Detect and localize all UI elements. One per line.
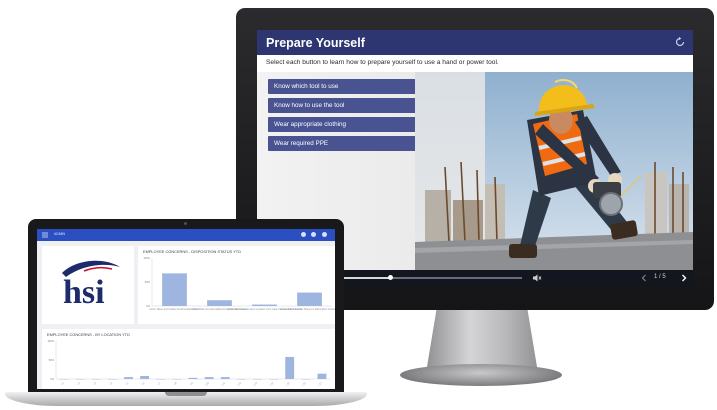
x-tick-label: L8 <box>174 381 178 385</box>
hamburger-menu-icon[interactable] <box>42 232 48 238</box>
x-tick-label: L13 <box>253 381 258 386</box>
monitor-stand <box>426 310 538 368</box>
x-tick-label: L16 <box>302 381 307 386</box>
course-title-bar: Prepare Yourself <box>257 30 693 55</box>
option-button-clothing[interactable]: Wear appropriate clothing <box>268 117 420 132</box>
x-tick-label: L7 <box>157 381 161 385</box>
location-chart: 100% 50% 0% L1 L2 L3 L4 L5 L6 L7 L8 L9 L10 L11 L12 L13 L… <box>47 339 330 387</box>
laptop-notch <box>165 392 207 396</box>
hsi-logo: hsi <box>62 260 120 311</box>
svg-text:hsi: hsi <box>63 274 105 311</box>
location-card: EMPLOYEE CONCERNS - BY LOCATION YTD 100%… <box>42 329 335 389</box>
laptop-base <box>5 392 367 406</box>
chart-bar[interactable] <box>207 300 232 306</box>
y-tick-label: 0% <box>50 377 54 381</box>
notification-icon[interactable] <box>301 232 306 237</box>
x-tick-label: L14 <box>269 381 274 386</box>
seek-handle[interactable] <box>388 275 394 280</box>
chart-bar[interactable] <box>204 377 214 379</box>
laptop-screen: ADMIN hsi EMPLOYEE CONCERNS - DISPOSITIO… <box>37 229 335 389</box>
y-tick-label: 100% <box>47 339 54 343</box>
laptop: ADMIN hsi EMPLOYEE CONCERNS - DISPOSITIO… <box>28 219 344 395</box>
x-tick-label: L12 <box>237 381 242 386</box>
chart-bar[interactable] <box>220 377 230 379</box>
dashboard-header: ADMIN <box>37 229 335 241</box>
x-tick-label: L11 <box>221 381 226 386</box>
help-icon[interactable] <box>311 232 316 237</box>
x-tick-label: L5 <box>125 381 129 385</box>
x-tick-label: L15 <box>285 381 290 386</box>
chart-bar[interactable] <box>188 377 198 379</box>
x-tick-label: L6 <box>141 381 145 385</box>
course-instruction: Select each button to learn how to prepa… <box>266 59 499 66</box>
option-button-which-tool[interactable]: Know which tool to use <box>268 79 420 94</box>
seek-bar[interactable] <box>334 277 522 279</box>
chart-bar[interactable] <box>285 356 295 379</box>
next-slide-icon[interactable] <box>680 273 688 283</box>
chart-bar[interactable] <box>140 375 150 379</box>
slide-counter: 1 / 5 <box>654 274 666 280</box>
monitor-stand-base <box>400 364 562 386</box>
construction-worker-photo <box>415 72 693 270</box>
x-tick-label: L3 <box>93 381 97 385</box>
x-tick-label: L10 <box>205 381 210 386</box>
chart-bar[interactable] <box>162 273 187 306</box>
option-button-how-to-use[interactable]: Know how to use the tool <box>268 98 420 113</box>
chart-bar[interactable] <box>317 373 327 379</box>
x-tick-label: L17 <box>318 381 323 386</box>
laptop-camera <box>184 222 187 225</box>
chart-bar[interactable] <box>297 292 322 306</box>
mute-icon[interactable] <box>532 273 542 283</box>
logo-card: hsi <box>42 246 134 324</box>
previous-slide-icon[interactable] <box>640 273 648 283</box>
x-tick-label: Action Taken and was Shared in Misconduc… <box>280 308 335 311</box>
chart-bar[interactable] <box>124 377 133 379</box>
option-list: Know which tool to use Know how to use t… <box>268 79 420 155</box>
course-title: Prepare Yourself <box>266 36 365 50</box>
y-tick-label: 50% <box>49 358 55 362</box>
disposition-status-chart: 100%50%0%Action Taken and Update Sent/Fe… <box>143 256 335 311</box>
x-tick-label: L2 <box>77 381 81 385</box>
disposition-status-card: EMPLOYEE CONCERNS - DISPOSITION STATUS Y… <box>138 246 335 324</box>
x-tick-label: L4 <box>109 381 113 385</box>
dashboard-title: ADMIN <box>54 232 65 236</box>
option-button-ppe[interactable]: Wear required PPE <box>268 136 420 151</box>
user-icon[interactable] <box>322 232 327 237</box>
x-tick-label: L1 <box>61 381 65 385</box>
y-tick-label: 100% <box>143 256 150 260</box>
y-tick-label: 50% <box>145 280 151 284</box>
chart-bar[interactable] <box>252 304 277 306</box>
x-tick-label: L9 <box>190 381 194 385</box>
reset-icon[interactable] <box>674 36 686 48</box>
